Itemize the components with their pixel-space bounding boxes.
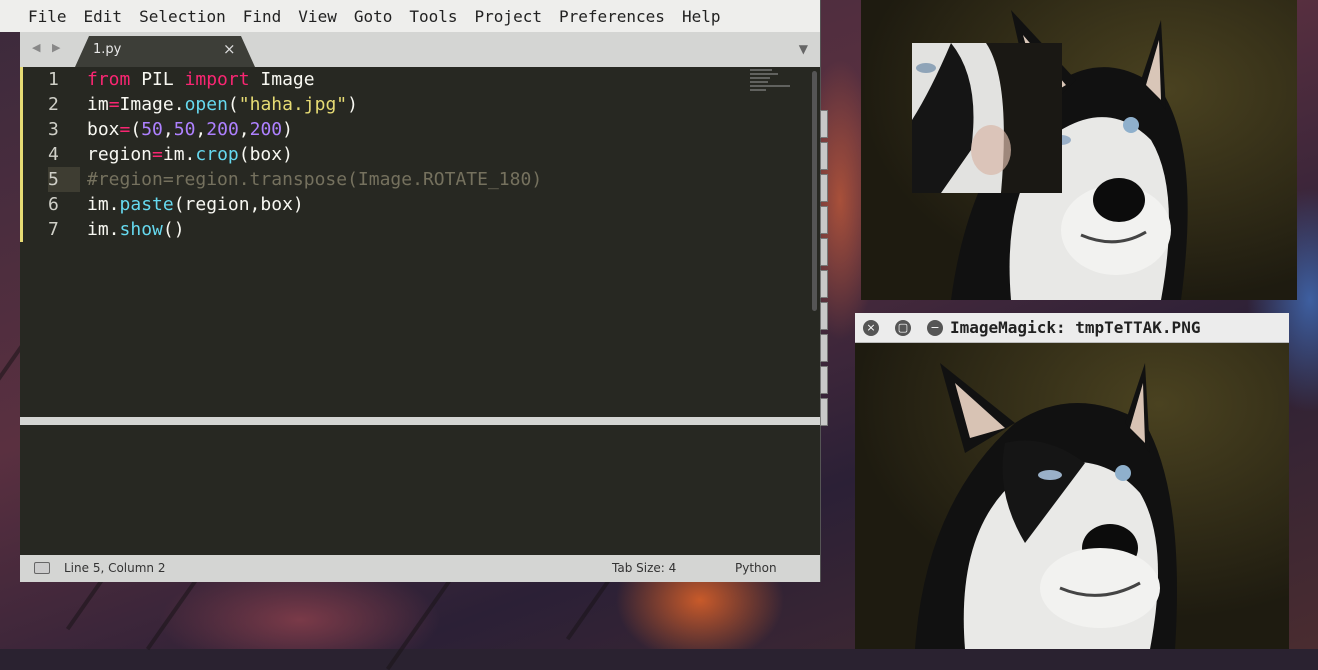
code-text: from PIL import Image [87, 69, 315, 90]
code-text: im=Image.open("haha.jpg") [87, 94, 358, 115]
panel-divider[interactable] [20, 417, 820, 425]
menu-file[interactable]: File [28, 7, 67, 26]
menu-find[interactable]: Find [243, 7, 282, 26]
cursor-position: Line 5, Column 2 [64, 561, 166, 575]
husky-photo-displayed [855, 343, 1289, 649]
code-line[interactable]: 3 box=(50,50,200,200) [20, 117, 810, 142]
code-text: im.show() [87, 219, 185, 240]
menu-help[interactable]: Help [682, 7, 721, 26]
panel-toggle-icon[interactable] [34, 562, 50, 574]
line-number: 3 [48, 119, 59, 140]
stacked-window-tabs[interactable] [820, 110, 828, 430]
output-panel[interactable] [22, 425, 818, 550]
code-text: #region=region.transpose(Image.ROTATE_18… [87, 169, 543, 190]
tab-scroll-arrows-icon[interactable]: ◀ ▶ [32, 41, 64, 54]
line-number: 5 [48, 167, 80, 192]
line-number: 7 [48, 219, 59, 240]
code-text: region=im.crop(box) [87, 144, 293, 165]
line-number: 6 [48, 194, 59, 215]
code-text: im.paste(region,box) [87, 194, 304, 215]
menu-tools[interactable]: Tools [409, 7, 457, 26]
husky-photo-edited [861, 0, 1297, 300]
tab-bar: ◀ ▶ [20, 32, 820, 67]
code-line[interactable]: 7 im.show() [20, 217, 810, 242]
scrollbar-thumb[interactable] [812, 71, 817, 311]
menu-preferences[interactable]: Preferences [559, 7, 665, 26]
line-number: 4 [48, 144, 59, 165]
status-bar: Line 5, Column 2 Tab Size: 4 Python [20, 555, 820, 582]
code-line[interactable]: 1 from PIL import Image [20, 67, 810, 92]
imagemagick-titlebar[interactable]: × ▢ − ImageMagick: tmpTeTTAK.PNG [855, 313, 1289, 343]
menu-bar: File Edit Selection Find View Goto Tools… [0, 0, 820, 32]
code-line[interactable]: 2 im=Image.open("haha.jpg") [20, 92, 810, 117]
line-number: 1 [48, 69, 59, 90]
tab-size-indicator[interactable]: Tab Size: 4 [612, 561, 676, 575]
code-line[interactable]: 6 im.paste(region,box) [20, 192, 810, 217]
code-editor[interactable]: 1 from PIL import Image 2 im=Image.open(… [20, 67, 810, 417]
code-line[interactable]: 4 region=im.crop(box) [20, 142, 810, 167]
editor-scrollbar[interactable] [810, 67, 820, 417]
tab-close-icon[interactable]: × [223, 40, 236, 58]
menu-project[interactable]: Project [475, 7, 542, 26]
minimap[interactable] [750, 67, 795, 91]
menu-view[interactable]: View [298, 7, 337, 26]
maximize-icon[interactable]: ▢ [895, 320, 911, 336]
code-line-current[interactable]: 5 #region=region.transpose(Image.ROTATE_… [20, 167, 810, 192]
window-title: ImageMagick: tmpTeTTAK.PNG [950, 318, 1201, 337]
menu-selection[interactable]: Selection [139, 7, 226, 26]
line-number: 2 [48, 94, 59, 115]
menu-goto[interactable]: Goto [354, 7, 393, 26]
code-text: box=(50,50,200,200) [87, 119, 293, 140]
minimize-icon[interactable]: − [927, 320, 943, 336]
close-icon[interactable]: × [863, 320, 879, 336]
menu-edit[interactable]: Edit [84, 7, 123, 26]
tab-label[interactable]: 1.py [93, 42, 121, 57]
syntax-indicator[interactable]: Python [735, 561, 777, 575]
tab-list-dropdown-icon[interactable]: ▼ [799, 42, 808, 56]
sublime-text-window: File Edit Selection Find View Goto Tools… [0, 0, 821, 582]
